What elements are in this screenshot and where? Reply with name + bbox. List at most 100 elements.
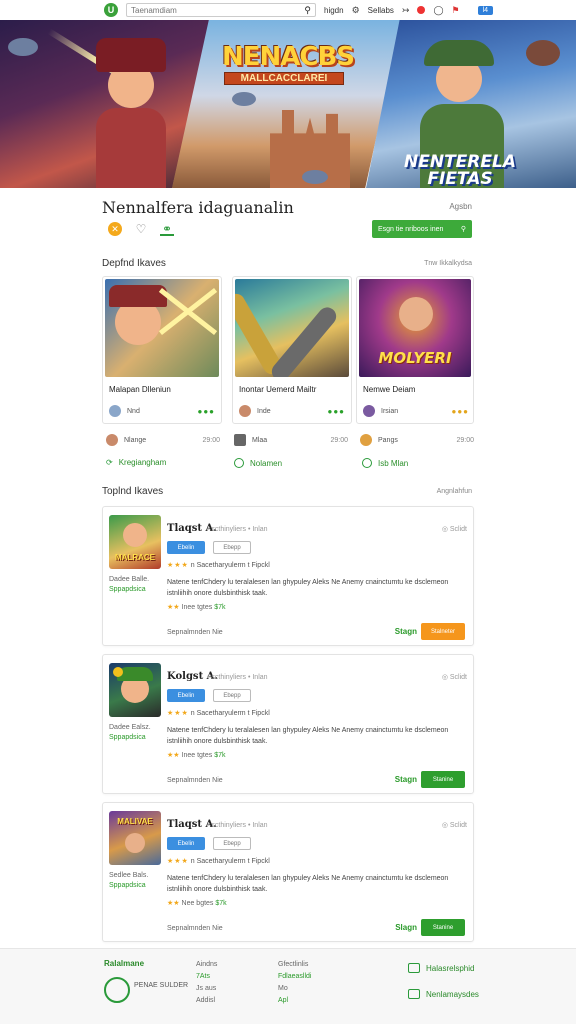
featured-sub-row: Pangs 29:00 bbox=[360, 434, 474, 446]
timestamp: 29:00 bbox=[202, 436, 220, 444]
footer-logo-icon bbox=[104, 977, 130, 1003]
hero-center-subtitle: MALLCACCLAREI bbox=[224, 72, 344, 85]
list-see-all[interactable]: Angnlahfun bbox=[437, 488, 472, 495]
game-meta: Nnd bbox=[127, 407, 140, 415]
footer-column: Gfectlinlis Fdlaeaslldi Mo Apl bbox=[278, 961, 312, 1004]
rating-dots: ●●● bbox=[327, 406, 345, 416]
hero-banner[interactable]: NENACBS MALLCACCLAREI NENTERELA FIETAS bbox=[0, 20, 576, 188]
heart-icon[interactable]: ♡ bbox=[134, 222, 148, 236]
game-thumbnail: MALIVAE bbox=[109, 811, 161, 865]
action-icons: ✕ ♡ ⚭ bbox=[108, 222, 174, 236]
game-list-card[interactable]: MALIVAE Sedlee Bals. Sppapdsica Tlaqst A… bbox=[102, 802, 474, 942]
flag-icon[interactable]: ⚑ bbox=[452, 5, 460, 16]
avatar bbox=[106, 434, 118, 446]
footer-link[interactable]: Halasrelsphid bbox=[408, 963, 474, 973]
rating-dots: ●●● bbox=[451, 406, 469, 416]
page-title: Nennalfera idaguanalin bbox=[102, 198, 294, 217]
notification-icon[interactable] bbox=[417, 6, 426, 14]
featured-heading: Depfnd Ikaves bbox=[102, 258, 166, 269]
rating-row: ★★★ n Sacetharyulerm t Fipckl bbox=[167, 710, 270, 717]
search-box[interactable]: ⚲ bbox=[126, 3, 316, 17]
game-thumbnail bbox=[235, 279, 349, 377]
card-action-button[interactable]: Stanine bbox=[421, 919, 465, 936]
timestamp: 29:00 bbox=[330, 436, 348, 444]
cta-label: Esgn tie nriboos inen bbox=[378, 225, 444, 233]
game-list-card[interactable]: Dadee Ealsz. Sppapdsica Kolgst A. • scth… bbox=[102, 654, 474, 794]
game-subtitle: • scthinyliers • Inlan bbox=[207, 526, 268, 533]
game-title: Inontar Uemerd Mailtr bbox=[239, 385, 317, 394]
card-action-button[interactable]: Stanine bbox=[421, 771, 465, 788]
hero-center-title: NENACBS bbox=[222, 42, 355, 72]
game-thumbnail bbox=[109, 663, 161, 717]
tag-chip[interactable]: Ebelin bbox=[167, 837, 205, 850]
refresh-icon: ⟳ bbox=[106, 458, 113, 467]
featured-card[interactable]: Malapan Dlleniun Nnd ●●● bbox=[102, 276, 222, 424]
game-thumbnail bbox=[105, 279, 219, 377]
list-heading: Toplnd Ikaves bbox=[102, 486, 164, 497]
game-description: Natene tenfChdery lu teralalesen lan ghy… bbox=[167, 579, 449, 597]
app-logo[interactable]: U bbox=[104, 3, 118, 17]
footer-link[interactable]: Nenlamaysdes bbox=[408, 989, 479, 999]
settings-icon[interactable]: ⚙ bbox=[352, 5, 360, 16]
report-link[interactable]: ◎ Sclidt bbox=[442, 821, 467, 829]
status-label: Stagn bbox=[394, 627, 417, 636]
tag-chip[interactable]: Ebepp bbox=[213, 541, 251, 554]
avatar bbox=[109, 405, 121, 417]
featured-sub-row: Mlaa 29:00 bbox=[234, 434, 348, 446]
search-icon[interactable]: ⚲ bbox=[304, 5, 311, 16]
nav-link-sellabs[interactable]: Sellabs bbox=[368, 6, 394, 15]
nav-link-login[interactable]: higdn bbox=[324, 6, 344, 15]
home-icon bbox=[408, 989, 420, 999]
tag-chip[interactable]: Ebelin bbox=[167, 689, 205, 702]
circle-icon bbox=[234, 458, 244, 468]
search-icon: ⚲ bbox=[460, 226, 466, 233]
avatar bbox=[363, 405, 375, 417]
search-cta-button[interactable]: Esgn tie nriboos inen ⚲ bbox=[372, 220, 472, 238]
avatar bbox=[234, 434, 246, 446]
share-icon[interactable]: ↣ bbox=[402, 5, 410, 16]
cart-count-badge[interactable]: l4 bbox=[477, 5, 494, 15]
featured-card[interactable]: MOLYERI Nemwe Deiam Irsian ●●● bbox=[356, 276, 474, 424]
image-icon bbox=[408, 963, 420, 973]
rating-dots: ●●● bbox=[197, 406, 215, 416]
title-right-link[interactable]: Agsbn bbox=[449, 202, 472, 211]
game-meta: Inde bbox=[257, 407, 271, 415]
tag-chip[interactable]: Ebelin bbox=[167, 541, 205, 554]
search-input[interactable] bbox=[131, 5, 291, 15]
card-action-button[interactable]: Stalneter bbox=[421, 623, 465, 640]
featured-card[interactable]: Inontar Uemerd Mailtr Inde ●●● bbox=[232, 276, 352, 424]
status-label: Stagn bbox=[394, 775, 417, 784]
rating-row: ★★★ n Sacetharyulerm t Fipckl bbox=[167, 858, 270, 865]
game-meta: Irsian bbox=[381, 407, 399, 415]
report-link[interactable]: ◎ Sclidt bbox=[442, 525, 467, 533]
avatar bbox=[239, 405, 251, 417]
timestamp: 29:00 bbox=[456, 436, 474, 444]
featured-link[interactable]: Isb Mlan bbox=[362, 458, 408, 468]
game-subtitle: • scthinyliers • Inlan bbox=[207, 822, 268, 829]
rating-row: ★★★ n Sacetharyulerm t Fipckl bbox=[167, 562, 270, 569]
report-link[interactable]: ◎ Sclidt bbox=[442, 673, 467, 681]
game-description: Natene tenfChdery lu teralalesen lan ghy… bbox=[167, 875, 449, 893]
status-label: Slagn bbox=[395, 923, 417, 932]
featured-see-all[interactable]: Tnw Ikkalkydsa bbox=[424, 260, 472, 267]
tag-chip[interactable]: Ebepp bbox=[213, 837, 251, 850]
game-title: Malapan Dlleniun bbox=[109, 385, 171, 394]
avatar bbox=[360, 434, 372, 446]
game-description: Natene tenfChdery lu teralalesen lan ghy… bbox=[167, 727, 449, 745]
footer-brand: Ralalmane bbox=[104, 959, 145, 968]
top-bar: U ⚲ higdn ⚙ Sellabs ↣ ◯ ⚑ l4 bbox=[0, 0, 576, 20]
featured-link[interactable]: ⟳ Kregiangham bbox=[106, 458, 166, 467]
user-icon[interactable]: ⚭ bbox=[160, 222, 174, 236]
coin-icon[interactable]: ✕ bbox=[108, 222, 122, 236]
hero-right-title: NENTERELA FIETAS bbox=[404, 152, 516, 188]
spaceship-icon bbox=[8, 38, 38, 56]
card-footer-text: Sepnalmnden Nie bbox=[167, 629, 223, 636]
featured-link[interactable]: Nolamen bbox=[234, 458, 282, 468]
game-list-card[interactable]: MALRACE Dadee Balle. Sppapdsica Tlaqst A… bbox=[102, 506, 474, 646]
game-title: Nemwe Deiam bbox=[363, 385, 416, 394]
circle-icon bbox=[362, 458, 372, 468]
footer: Ralalmane PENAE SULDER Aindns 7Ats Js au… bbox=[0, 948, 576, 1024]
tag-chip[interactable]: Ebepp bbox=[213, 689, 251, 702]
featured-sub-row: Nlange 29:00 bbox=[106, 434, 220, 446]
shield-icon[interactable]: ◯ bbox=[433, 5, 443, 16]
